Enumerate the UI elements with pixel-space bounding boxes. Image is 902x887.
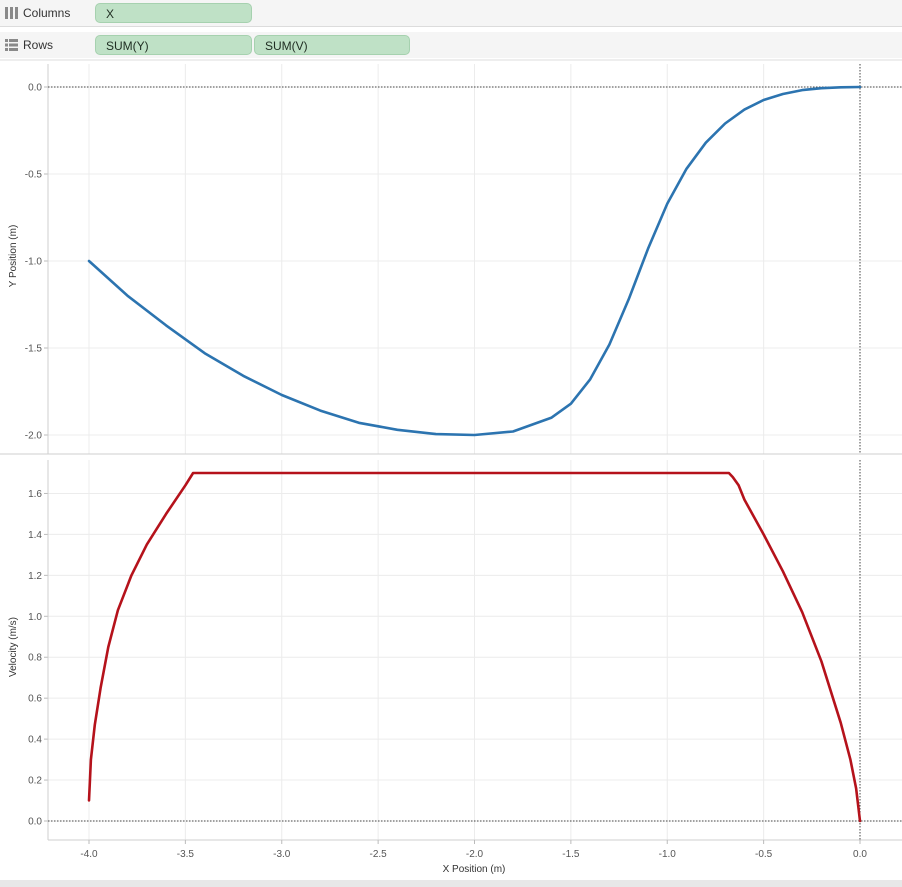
y-tick-label: -2.0 <box>25 431 43 442</box>
chart-area: 0.0 -0.5 -1.0 -1.5 -2.0 Y Position (m) 1.6 1.4 1… <box>0 58 902 880</box>
y-tick-label: -1.0 <box>25 257 43 268</box>
y-axis-title: Velocity (m/s) <box>8 617 19 677</box>
y-tick-label: 1.0 <box>28 612 42 623</box>
pill-x[interactable]: X <box>95 3 252 23</box>
columns-icon <box>5 7 18 19</box>
y-tick-label: 1.4 <box>28 530 42 541</box>
x-tick-label: -1.0 <box>659 849 677 860</box>
y-tick-label: 0.4 <box>28 735 42 746</box>
x-tick-label: 0.0 <box>853 849 867 860</box>
y-tick-label: 0.6 <box>28 694 42 705</box>
rows-icon <box>5 39 18 51</box>
y-tick-label: 0.2 <box>28 776 42 787</box>
y-axis-title: Y Position (m) <box>8 225 19 288</box>
x-axis-title: X Position (m) <box>443 864 506 875</box>
x-tick-label: -2.5 <box>370 849 388 860</box>
x-tick-label: -2.0 <box>466 849 484 860</box>
x-tick-label: -0.5 <box>755 849 773 860</box>
y-tick-label: -0.5 <box>25 170 43 181</box>
y-tick-label: 0.0 <box>28 83 42 94</box>
x-tick-label: -4.0 <box>80 849 98 860</box>
rows-shelf: Rows SUM(Y) SUM(V) <box>0 32 902 59</box>
x-tick-label: -3.5 <box>177 849 195 860</box>
y-tick-label: 1.6 <box>28 489 42 500</box>
columns-label-text: Columns <box>23 6 71 20</box>
x-tick-label: -1.5 <box>562 849 580 860</box>
columns-shelf: Columns X <box>0 0 902 27</box>
pill-sum-y[interactable]: SUM(Y) <box>95 35 252 55</box>
y-tick-label: 1.2 <box>28 571 42 582</box>
rows-shelf-label: Rows <box>5 32 95 58</box>
columns-shelf-label: Columns <box>5 0 95 26</box>
rows-label-text: Rows <box>23 38 54 52</box>
x-tick-label: -3.0 <box>273 849 291 860</box>
status-bar <box>0 880 902 887</box>
y-tick-label: 0.8 <box>28 653 42 664</box>
y-tick-label: -1.5 <box>25 344 43 355</box>
pill-sum-v[interactable]: SUM(V) <box>254 35 410 55</box>
y-tick-label: 0.0 <box>28 817 42 828</box>
